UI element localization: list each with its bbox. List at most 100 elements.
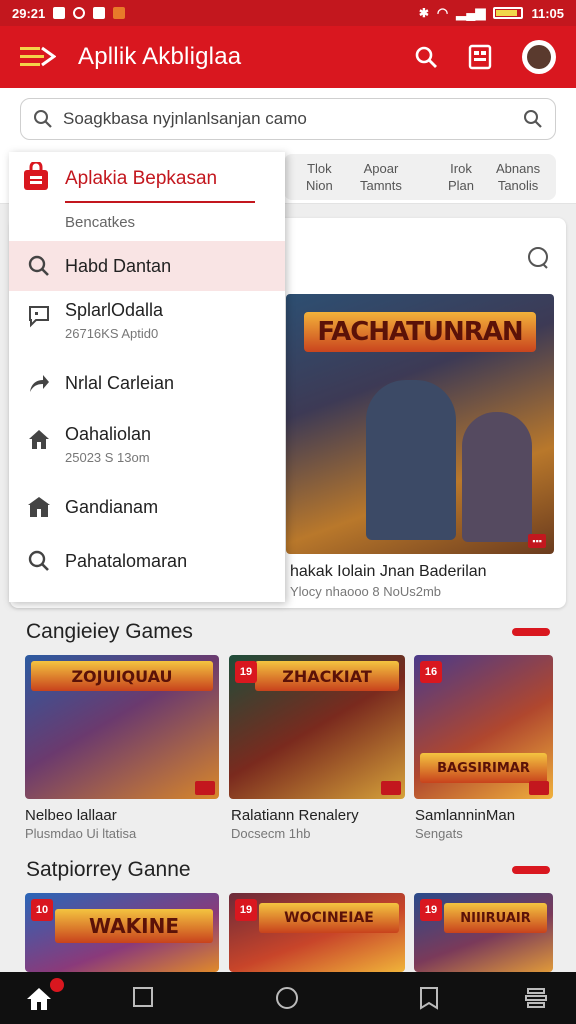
tab-1[interactable]: Tlok Nion <box>306 160 333 194</box>
tab-4-sublabel: Tanolis <box>497 178 539 193</box>
bluetooth-icon: ✱ <box>418 6 429 20</box>
square-recents-icon[interactable] <box>132 986 154 1008</box>
search-area: Soagkbasa nyjnlanlsanjan camo <box>0 88 576 152</box>
featured-game-banner: FACHATUNRAN <box>304 312 536 352</box>
search-placeholder: Soagkbasa nyjnlanlsanjan camo <box>63 109 307 128</box>
search-icon <box>34 110 52 128</box>
menu-stack-icon[interactable] <box>524 986 548 1010</box>
drawer-item-sub: 26716KS Aptid0 <box>65 326 159 341</box>
app-alert-icon <box>113 7 126 19</box>
tab-4[interactable]: Abnans Tanolis <box>496 160 540 194</box>
drawer-header: Aplakia Bepkasan <box>9 152 285 204</box>
battery-icon <box>493 7 524 19</box>
app-title: Apllik Akbliglaa <box>78 43 242 70</box>
sync-icon <box>73 7 86 19</box>
drawer-item-label: Nrlal Carleian <box>65 372 175 393</box>
age-rating-badge: 16 <box>420 661 442 683</box>
drawer-item-habd-dantan[interactable]: Habd Dantan <box>9 241 285 291</box>
wifi-icon: ◠ <box>436 5 449 20</box>
home-icon[interactable] <box>26 986 52 1012</box>
hero-figure-secondary <box>462 412 532 542</box>
age-rating-badge: 19 <box>235 661 257 683</box>
game-art-title: BAGSIRIMAR <box>420 753 547 783</box>
drawer-item-sub: 25023 S 13om <box>65 450 150 465</box>
tab-1-sublabel: Nion <box>306 178 333 193</box>
game-art-title: ZOJUIQUAU <box>31 661 213 691</box>
tab-3-label: Irok <box>450 161 472 176</box>
status-time: 29:21 <box>12 5 46 21</box>
game-tile[interactable]: NIIIRUAIR 19 <box>414 893 553 972</box>
drawer-item-splarlodalla[interactable]: SplarlOdalla 26716KS Aptid0 <box>9 290 285 354</box>
section-heading: Satpiorrey Ganne <box>26 858 191 881</box>
tab-2-sublabel: Tamnts <box>360 178 402 193</box>
tab-3[interactable]: Irok Plan <box>448 160 474 194</box>
section-more-button[interactable] <box>512 866 550 874</box>
mail-icon <box>53 7 66 19</box>
game-tile[interactable]: WOCINEIAE 19 <box>229 893 405 972</box>
drawer-subheader: Bencatkes <box>65 214 136 231</box>
drawer-title-underline <box>65 201 255 203</box>
status-bar: 29:21 ✱ ◠ ▂▄▆ 11:05 <box>0 0 576 26</box>
game-corner-tag <box>381 781 401 795</box>
building-icon <box>28 497 50 517</box>
age-rating-badge: 10 <box>31 899 53 921</box>
game-subtitle: Sengats <box>415 826 463 841</box>
game-title[interactable]: Nelbeo lallaar <box>25 807 117 824</box>
game-corner-tag <box>195 781 215 795</box>
game-tile[interactable]: ZOJUIQUAU <box>25 655 219 799</box>
grid-menu-icon[interactable] <box>468 44 492 70</box>
circle-home-icon[interactable] <box>275 986 299 1010</box>
notification-dot <box>50 978 64 992</box>
game-art-title: NIIIRUAIR <box>444 903 547 933</box>
game-tile[interactable]: BAGSIRIMAR 16 <box>414 655 553 799</box>
game-title[interactable]: SamlanninMan <box>415 807 515 824</box>
game-title[interactable]: Ralatiann Renalery <box>231 807 359 824</box>
bottom-navigation-bar <box>0 972 576 1024</box>
drawer-item-oahaliolan[interactable]: Oahaliolan 25023 S 13om <box>9 414 285 478</box>
featured-game-title[interactable]: hakak Iolain Jnan Baderilan <box>290 563 487 581</box>
app-bar: Apllik Akbliglaa <box>0 26 576 88</box>
tab-2-label: Apoar <box>363 161 399 176</box>
chat-bubble-icon[interactable] <box>526 246 550 270</box>
game-corner-tag <box>529 781 549 795</box>
notification-icon <box>93 7 106 19</box>
drawer-item-label: Gandianam <box>65 496 159 517</box>
game-subtitle: Plusmdao Ui ltatisa <box>25 826 137 841</box>
drawer-item-nrlal-carleian[interactable]: Nrlal Carleian <box>9 358 285 408</box>
tab-3-sublabel: Plan <box>448 178 475 193</box>
game-art-title: ZHACKIAT <box>255 661 399 691</box>
featured-game-art[interactable]: FACHATUNRAN ▪▪▪ <box>286 294 554 554</box>
search-icon <box>28 255 49 276</box>
drawer-item-label: Oahaliolan <box>65 424 152 444</box>
drawer-item-label: SplarlOdalla <box>65 300 164 320</box>
game-art-title: WOCINEIAE <box>259 903 399 933</box>
game-tile[interactable]: WAKINE 10 <box>25 893 219 972</box>
game-art-title: WAKINE <box>55 909 213 943</box>
signal-icon: ▂▄▆ <box>456 5 486 20</box>
age-rating-badge: 19 <box>420 899 442 921</box>
section-more-button[interactable] <box>512 628 550 636</box>
navigation-drawer: Aplakia Bepkasan Bencatkes Habd Dantan S… <box>9 152 285 602</box>
search-input[interactable]: Soagkbasa nyjnlanlsanjan camo <box>20 98 556 140</box>
tab-2[interactable]: Apoar Tamnts <box>360 160 402 194</box>
home-icon <box>29 430 49 449</box>
drawer-item-label: Pahatalomaran <box>65 550 188 571</box>
drawer-item-pahatalomaran[interactable]: Pahatalomaran <box>9 536 285 586</box>
hero-figure <box>366 380 456 540</box>
avatar[interactable] <box>522 40 556 74</box>
search-icon <box>28 550 49 571</box>
game-subtitle: Docsecm 1hb <box>231 826 311 841</box>
shopping-bag-icon <box>24 162 48 190</box>
status-clock: 11:05 <box>531 5 564 21</box>
drawer-title: Aplakia Bepkasan <box>65 168 218 189</box>
age-rating-badge: 19 <box>235 899 257 921</box>
featured-game-subtitle: Ylocy nhaooo 8 NoUs2mb <box>290 584 442 599</box>
bookmark-icon[interactable] <box>418 986 440 1010</box>
game-tile[interactable]: ZHACKIAT 19 <box>229 655 405 799</box>
section-heading: Cangieiey Games <box>26 620 193 643</box>
search-icon[interactable] <box>414 45 438 69</box>
chat-icon <box>29 306 49 328</box>
drawer-item-gandianam[interactable]: Gandianam <box>9 482 285 532</box>
search-submit-icon[interactable] <box>523 109 543 129</box>
menu-arrow-icon[interactable] <box>20 44 56 70</box>
